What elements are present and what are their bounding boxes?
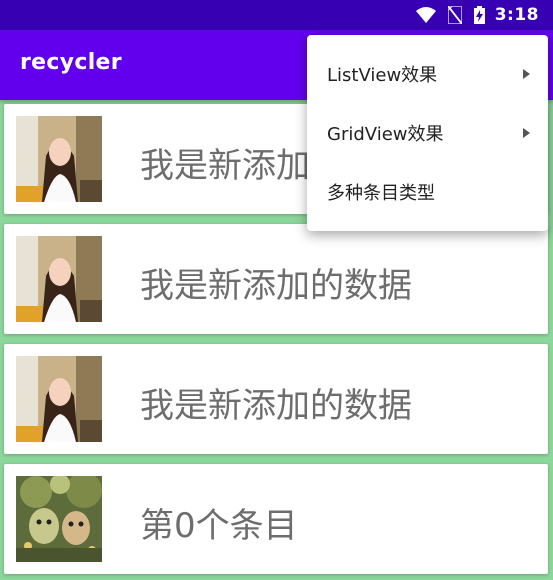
list-item-title: 我是新添加的数据 — [140, 266, 412, 306]
submenu-arrow-icon — [523, 128, 530, 138]
overflow-menu: ListView效果 GridView效果 多种条目类型 — [307, 35, 548, 231]
menu-item-label: GridView效果 — [327, 124, 444, 145]
menu-item-label: ListView效果 — [327, 65, 438, 86]
girl-photo — [16, 116, 102, 202]
girl-photo — [16, 236, 102, 322]
battery-charging-icon — [473, 6, 485, 24]
list-item[interactable]: 第0个条目 — [4, 464, 548, 574]
list-item[interactable]: 我是新添加的数据 — [4, 344, 548, 454]
menu-item-gridview[interactable]: GridView效果 — [307, 104, 548, 162]
no-sim-icon — [447, 6, 462, 24]
wifi-icon — [415, 7, 436, 23]
menu-item-listview[interactable]: ListView效果 — [307, 45, 548, 103]
list-item-title: 我是新添加的数据 — [140, 386, 412, 426]
menu-item-multi-type[interactable]: 多种条目类型 — [307, 163, 548, 221]
list-item[interactable]: 我是新添加的数据 — [4, 224, 548, 334]
cartoon-characters-photo — [16, 476, 102, 562]
list-item-title: 第0个条目 — [140, 506, 298, 546]
status-time: 3:18 — [494, 5, 539, 25]
girl-photo — [16, 356, 102, 442]
menu-item-label: 多种条目类型 — [327, 183, 435, 204]
submenu-arrow-icon — [523, 69, 530, 79]
app-title: recycler — [20, 50, 122, 75]
status-bar: 3:18 — [0, 0, 553, 30]
